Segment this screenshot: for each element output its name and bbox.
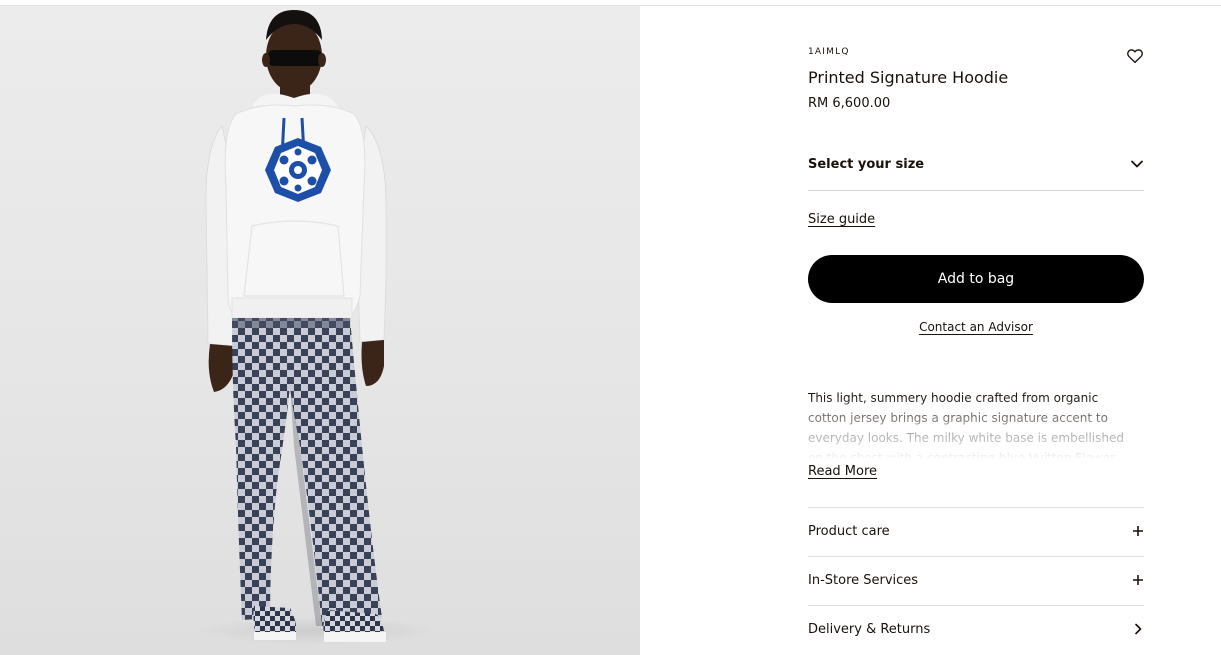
product-page: 1AIMLQ Printed Signature Hoodie RM 6,600… <box>0 0 1221 655</box>
contact-advisor-link[interactable]: Contact an Advisor <box>919 320 1033 334</box>
size-select-dropdown[interactable]: Select your size <box>808 142 1144 191</box>
accordion-in-store-services[interactable]: In-Store Services <box>808 556 1144 605</box>
accordion-label: Delivery & Returns <box>808 622 931 637</box>
wishlist-button[interactable] <box>1126 47 1144 65</box>
accordion-label: In-Store Services <box>808 573 919 588</box>
product-info-panel: 1AIMLQ Printed Signature Hoodie RM 6,600… <box>808 0 1144 655</box>
accordion-product-care[interactable]: Product care <box>808 507 1144 556</box>
product-sku: 1AIMLQ <box>808 47 850 57</box>
product-image[interactable] <box>0 6 640 655</box>
heart-outline-icon <box>1127 49 1143 64</box>
accordion-delivery-returns[interactable]: Delivery & Returns <box>808 605 1144 654</box>
product-title: Printed Signature Hoodie <box>808 68 1009 87</box>
size-guide-link[interactable]: Size guide <box>808 212 875 227</box>
add-to-bag-button[interactable]: Add to bag <box>808 255 1144 303</box>
chevron-right-icon <box>1135 623 1142 635</box>
size-select-label: Select your size <box>808 157 925 172</box>
product-description: This light, summery hoodie crafted from … <box>808 388 1128 458</box>
read-more-link[interactable]: Read More <box>808 464 877 479</box>
plus-icon <box>1133 575 1143 585</box>
contact-advisor-row: Contact an Advisor <box>808 320 1144 334</box>
accordion-label: Product care <box>808 524 890 539</box>
product-price: RM 6,600.00 <box>808 96 891 111</box>
product-description-text: This light, summery hoodie crafted from … <box>808 391 1124 458</box>
plus-icon <box>1133 526 1143 536</box>
model-illustration <box>198 10 438 645</box>
chevron-down-icon <box>1131 160 1143 168</box>
